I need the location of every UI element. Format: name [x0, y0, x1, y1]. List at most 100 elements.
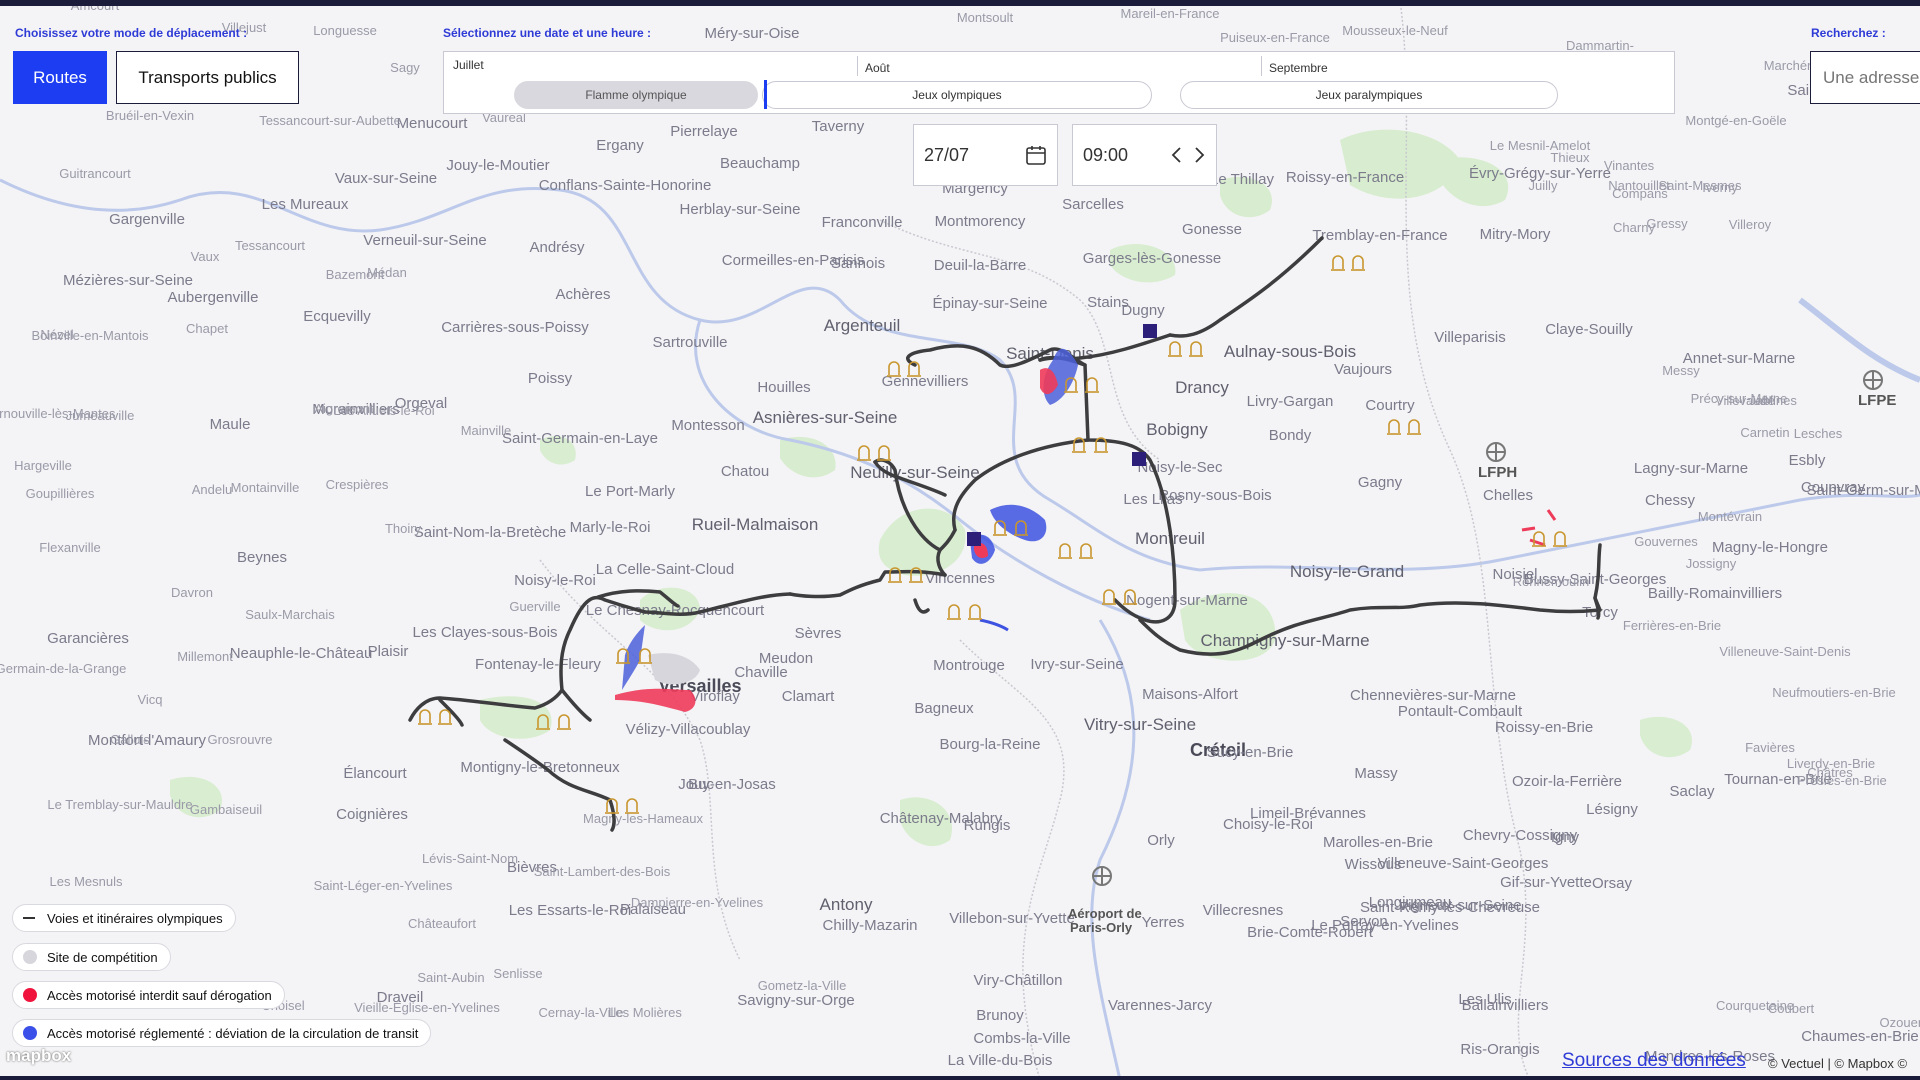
- month-august: Août: [865, 61, 890, 75]
- place-label: Jouy-le-Moutier: [446, 157, 549, 174]
- svg-text:LFPE: LFPE: [1858, 392, 1896, 409]
- legend-label: Accès motorisé interdit sauf dérogation: [47, 987, 272, 1003]
- place-label: Ozoir-la-Ferrière: [1512, 773, 1622, 790]
- place-label: Élancourt: [343, 765, 407, 782]
- chevron-left-icon[interactable]: [1170, 146, 1184, 164]
- place-label: Jumeauville: [66, 408, 135, 423]
- date-timeline[interactable]: Juillet Août Septembre Flamme olympique …: [443, 51, 1675, 114]
- svg-text:Paris-Orly: Paris-Orly: [1070, 920, 1133, 935]
- place-label: Lévis-Saint-Nom: [422, 851, 518, 866]
- place-label: Vaux-sur-Seine: [335, 170, 437, 187]
- date-field[interactable]: 27/07: [913, 124, 1058, 186]
- place-label: Mareil-en-France: [1121, 6, 1220, 21]
- place-label: Bondy: [1269, 427, 1312, 444]
- place-label: Franconville: [822, 214, 903, 231]
- place-label: Gometz-la-Ville: [758, 978, 847, 993]
- place-label: Millemont: [177, 649, 233, 664]
- legend-label: Site de compétition: [47, 949, 158, 965]
- place-label: Montainville: [231, 480, 300, 495]
- place-label: Saint-Léger-en-Yvelines: [314, 878, 453, 893]
- place-label: Yerres: [1142, 914, 1185, 931]
- calendar-icon[interactable]: [1025, 144, 1047, 166]
- place-label: Taverny: [812, 118, 865, 135]
- place-label: Le Perray-en-Yvelines: [1311, 917, 1459, 934]
- place-label: Aulnay-sous-Bois: [1224, 342, 1356, 361]
- place-label: Mainville: [461, 423, 512, 438]
- place-label: Vaux: [191, 249, 220, 264]
- data-sources-link[interactable]: Sources des données: [1562, 1050, 1746, 1072]
- place-label: Conflans-Sainte-Honorine: [539, 177, 712, 194]
- place-label: Grosrouvre: [207, 732, 272, 747]
- month-september: Septembre: [1269, 61, 1328, 75]
- place-label: Longuesse: [313, 23, 377, 38]
- place-label: Bagneux: [914, 700, 974, 717]
- place-label: Neuilly-sur-Seine: [850, 463, 979, 482]
- public-transport-button[interactable]: Transports publics: [116, 51, 299, 104]
- place-label: Le Tremblay-sur-Mauldre: [47, 797, 192, 812]
- place-label: Gargenville: [109, 211, 185, 228]
- place-label: Saint-Denis: [1006, 344, 1094, 363]
- period-olympic-games[interactable]: Jeux olympiques: [762, 81, 1152, 109]
- mapbox-logo[interactable]: mapbox: [6, 1046, 71, 1066]
- place-label: Lagny-sur-Marne: [1634, 460, 1748, 477]
- place-label: Champigny-sur-Marne: [1200, 631, 1369, 650]
- place-label: Courquetaine: [1716, 998, 1794, 1013]
- routes-button[interactable]: Routes: [13, 51, 107, 104]
- place-label: Vitry-sur-Seine: [1084, 715, 1196, 734]
- place-label: Saint-Germ-sur-Mori: [1807, 482, 1920, 499]
- place-label: Chelles: [1483, 487, 1533, 504]
- place-label: Lésigny: [1586, 801, 1638, 818]
- place-label: Galluis: [110, 732, 150, 747]
- place-label: Flexanville: [39, 540, 100, 555]
- place-label: Sartrouville: [652, 334, 727, 351]
- legend-grey-swatch: [23, 950, 37, 964]
- place-label: Beynes: [237, 549, 287, 566]
- place-label: Vieille-Église-en-Yvelines: [354, 1000, 500, 1015]
- place-label: Favières: [1745, 740, 1795, 755]
- place-label: Les Essarts-le-Roi: [509, 902, 632, 919]
- place-label: Puiseux-en-France: [1220, 30, 1330, 45]
- place-label: Gonesse: [1182, 221, 1242, 238]
- map-attribution[interactable]: © Vectuel | © Mapbox ©: [1768, 1056, 1907, 1071]
- place-label: Chaumes-en-Brie: [1801, 1028, 1919, 1045]
- legend-red-swatch: [23, 988, 37, 1002]
- place-label: Montévrain: [1698, 509, 1762, 524]
- place-label: Bobigny: [1146, 420, 1208, 439]
- timeline-cursor[interactable]: [764, 80, 767, 109]
- period-paralympic-games[interactable]: Jeux paralympiques: [1180, 81, 1558, 109]
- place-label: Saint-Nom-la-Bretèche: [414, 524, 567, 541]
- svg-text:LFPH: LFPH: [1478, 464, 1517, 481]
- place-label: Fontenay-le-Fleury: [475, 656, 601, 673]
- place-label: Guerville: [509, 599, 560, 614]
- place-label: Livry-Gargan: [1247, 393, 1334, 410]
- place-label: Chapet: [186, 321, 228, 336]
- place-label: Beauchamp: [720, 155, 800, 172]
- place-label: Esbly: [1789, 452, 1826, 469]
- place-label: Ris-Orangis: [1460, 1041, 1539, 1058]
- place-label: Achères: [555, 286, 610, 303]
- place-label: Villecresnes: [1203, 902, 1284, 919]
- place-label: Jossigny: [1686, 556, 1737, 571]
- period-olympic-flame[interactable]: Flamme olympique: [514, 81, 758, 109]
- month-separator: [1261, 56, 1262, 76]
- place-label: Épinay-sur-Seine: [932, 295, 1047, 312]
- place-label: Ergany: [596, 137, 644, 154]
- place-label: Limeil-Brévannes: [1250, 805, 1366, 822]
- place-label: Saint-Aubin: [417, 970, 484, 985]
- place-label: Carrières-sous-Poissy: [441, 319, 589, 336]
- place-label: Châteaufort: [408, 916, 476, 931]
- place-label: Crespières: [326, 477, 389, 492]
- chevron-right-icon[interactable]: [1192, 146, 1206, 164]
- place-label: Hargeville: [14, 458, 72, 473]
- place-label: Montmorency: [935, 213, 1026, 230]
- time-field[interactable]: 09:00: [1072, 124, 1217, 186]
- place-label: Vinantes: [1604, 158, 1655, 173]
- place-label: Mousseux-le-Neuf: [1342, 23, 1448, 38]
- place-label: Juilly: [1529, 178, 1558, 193]
- search-input[interactable]: [1810, 51, 1920, 104]
- place-label: Courtry: [1365, 397, 1415, 414]
- legend-blue-swatch: [23, 1026, 37, 1040]
- place-label: Magny-le-Hongre: [1712, 539, 1828, 556]
- legend-regulated-access: Accès motorisé réglementé : déviation de…: [12, 1019, 432, 1047]
- top-border: [0, 0, 1920, 6]
